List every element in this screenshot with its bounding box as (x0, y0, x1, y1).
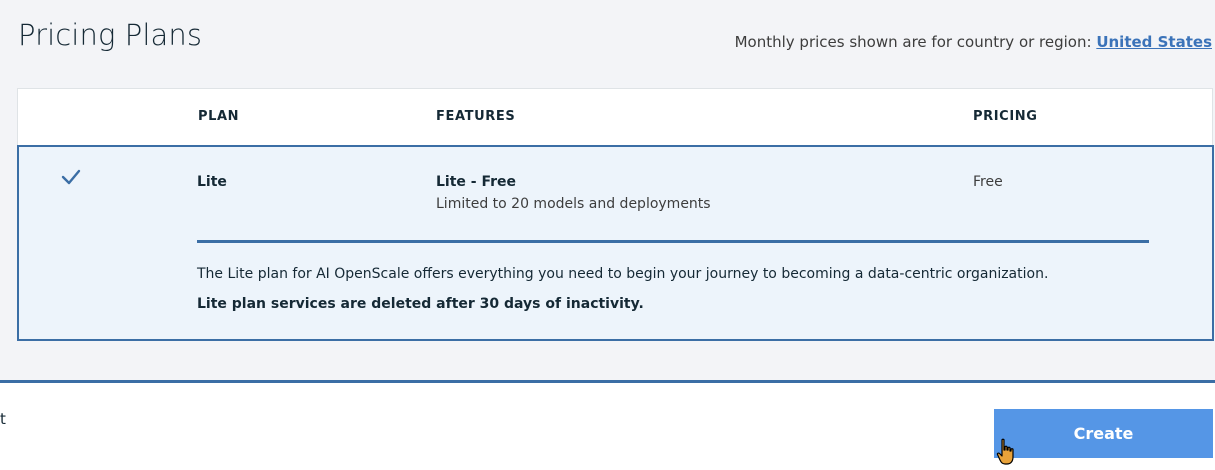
create-button[interactable]: Create (994, 409, 1213, 458)
footer-left-text: t (0, 410, 6, 428)
page-title: Pricing Plans (18, 18, 203, 52)
column-header-plan: PLAN (198, 109, 240, 124)
inactivity-note: Lite plan services are deleted after 30 … (197, 296, 644, 312)
plan-description: The Lite plan for AI OpenScale offers ev… (197, 266, 1049, 282)
hand-cursor-icon (996, 438, 1018, 466)
plan-row-lite[interactable]: Lite Lite - Free Limited to 20 models an… (17, 145, 1214, 341)
plan-divider (197, 240, 1149, 243)
plan-price: Free (973, 174, 1003, 190)
checkmark-icon (61, 167, 81, 187)
region-link[interactable]: United States (1096, 33, 1212, 51)
column-header-pricing: PRICING (973, 109, 1038, 124)
feature-detail: Limited to 20 models and deployments (436, 196, 711, 212)
feature-title: Lite - Free (436, 174, 517, 190)
plan-table: PLAN FEATURES PRICING Lite Lite - Free L… (17, 88, 1214, 341)
region-note: Monthly prices shown are for country or … (735, 33, 1212, 51)
plan-name: Lite (197, 174, 227, 190)
pricing-section: Pricing Plans Monthly prices shown are f… (0, 0, 1215, 381)
column-header-features: FEATURES (436, 109, 516, 124)
region-note-text: Monthly prices shown are for country or … (734, 33, 1097, 51)
table-header: PLAN FEATURES PRICING (17, 88, 1213, 146)
footer-divider (0, 380, 1215, 383)
